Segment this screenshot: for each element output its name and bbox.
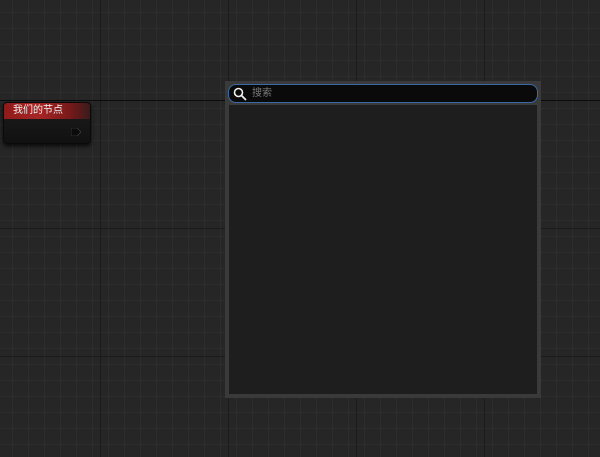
- search-input[interactable]: [247, 85, 522, 102]
- search-icon: [233, 87, 247, 100]
- exec-output-pin[interactable]: [71, 128, 81, 136]
- search-panel: [225, 81, 541, 398]
- search-results-list[interactable]: [229, 105, 537, 394]
- graph-node[interactable]: 我们的节点: [3, 102, 91, 144]
- graph-canvas[interactable]: 我们的节点: [0, 0, 600, 457]
- search-box[interactable]: [228, 84, 538, 103]
- node-title: 我们的节点: [4, 103, 90, 119]
